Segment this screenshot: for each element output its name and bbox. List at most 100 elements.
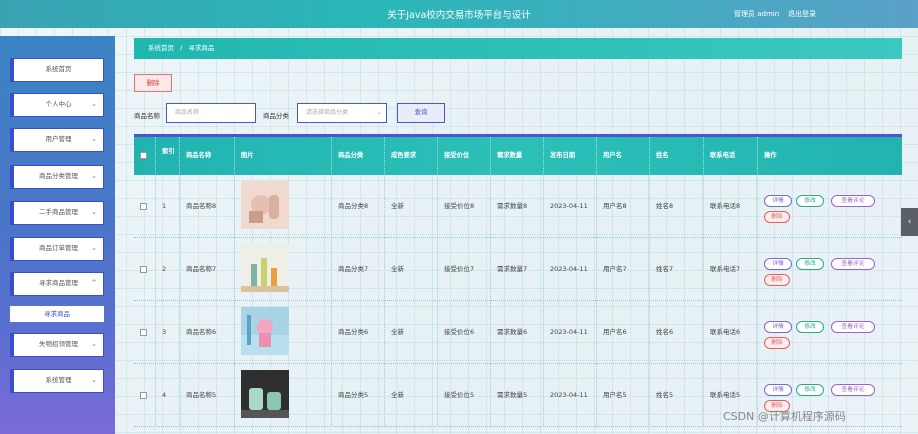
header-username: 用户名	[597, 137, 650, 175]
cell-category: 商品分类5	[332, 364, 385, 427]
edit-button[interactable]: 修改	[796, 384, 824, 396]
cell-username: 用户名7	[597, 238, 650, 301]
sidebar-item-secondhand[interactable]: 二手商品管理 ⌄	[10, 201, 104, 225]
collapse-panel-button[interactable]: ‹	[901, 208, 918, 236]
delete-row-button[interactable]: 删除	[764, 274, 790, 286]
sidebar-item-label: 商品订单管理	[39, 244, 78, 252]
cell-date: 2023-04-11	[544, 238, 597, 301]
delete-row-button[interactable]: 删除	[764, 337, 790, 349]
row-checkbox-cell	[134, 175, 156, 238]
breadcrumb-home[interactable]: 系统首页	[148, 44, 174, 52]
table-row: 1 商品名称8 商品分类8 全新 接受价位8 需求数量8 2023-04-11 用户名8 姓名8…	[134, 175, 902, 238]
cell-realname: 姓名7	[650, 238, 704, 301]
breadcrumb-separator: /	[180, 44, 183, 52]
view-comments-button[interactable]: 查看评论	[831, 195, 875, 207]
row-checkbox[interactable]	[140, 391, 147, 399]
category-filter-label: 商品分类	[263, 112, 289, 120]
sidebar-item-label: 商品分类管理	[39, 172, 78, 180]
name-search-input[interactable]: 商品名称	[166, 103, 256, 123]
cell-realname: 姓名8	[650, 175, 704, 238]
header-price: 接受价位	[438, 137, 491, 175]
row-checkbox-cell	[134, 301, 156, 364]
sidebar-item-wanted[interactable]: 寻求商品管理 ^	[10, 272, 104, 296]
header-actions: 操作	[764, 152, 777, 159]
header-index: 索引	[156, 137, 180, 175]
category-select[interactable]: 请选择商品分类 ⌄	[297, 103, 387, 123]
sidebar: 系统首页 个人中心 ⌄ 用户管理 ⌄ 商品分类管理 ⌄ 二手商品管理 ⌄ 商品订单管理 ⌄…	[0, 36, 115, 434]
app-title: 关于Java校内交易市场平台与设计	[387, 10, 531, 21]
breadcrumb-current: 寻求商品	[188, 44, 215, 52]
cell-condition: 全新	[385, 301, 438, 364]
sidebar-item-lost-found[interactable]: 失物招领管理 ⌄	[10, 333, 104, 357]
cell-price: 接受价位7	[438, 238, 491, 301]
figurine-photo[interactable]	[241, 307, 289, 355]
select-all-checkbox[interactable]	[140, 151, 147, 159]
cell-name: 商品名称6	[180, 301, 235, 364]
cell-quantity: 需求数量8	[491, 175, 544, 238]
sidebar-item-system[interactable]: 系统管理 ⌄	[10, 369, 104, 393]
chevron-down-icon: ⌄	[91, 100, 97, 108]
edit-button[interactable]: 修改	[796, 321, 824, 333]
cell-username: 用户名6	[597, 301, 650, 364]
category-select-placeholder: 请选择商品分类	[306, 109, 349, 116]
cell-phone: 联系电话8	[704, 175, 758, 238]
cell-quantity: 需求数量7	[491, 238, 544, 301]
cell-realname: 姓名5	[650, 364, 704, 427]
detail-button[interactable]: 详情	[764, 321, 792, 333]
edit-button[interactable]: 修改	[796, 258, 824, 270]
search-button[interactable]: 查询	[397, 103, 445, 123]
cell-date: 2023-04-11	[544, 175, 597, 238]
view-comments-button[interactable]: 查看评论	[831, 321, 875, 333]
header-phone: 联系电话	[704, 137, 758, 175]
header-category: 商品分类	[332, 137, 385, 175]
row-checkbox[interactable]	[140, 202, 147, 210]
ceramic-vases-photo[interactable]	[241, 181, 289, 229]
cell-price: 接受价位8	[438, 175, 491, 238]
batch-delete-button[interactable]: 删除	[134, 74, 172, 92]
cell-username: 用户名8	[597, 175, 650, 238]
sidebar-item-categories[interactable]: 商品分类管理 ⌄	[10, 165, 104, 189]
cell-name: 商品名称8	[180, 175, 235, 238]
cell-phone: 联系电话7	[704, 238, 758, 301]
sidebar-item-orders[interactable]: 商品订单管理 ⌄	[10, 237, 104, 261]
cell-name: 商品名称5	[180, 364, 235, 427]
view-comments-button[interactable]: 查看评论	[831, 384, 875, 396]
sidebar-item-users[interactable]: 用户管理 ⌄	[10, 128, 104, 152]
edit-button[interactable]: 修改	[796, 195, 824, 207]
detail-button[interactable]: 详情	[764, 384, 792, 396]
logout-link[interactable]: 退出登录	[788, 9, 816, 19]
row-checkbox-cell	[134, 238, 156, 301]
row-checkbox[interactable]	[140, 328, 147, 336]
chevron-down-icon: ⌄	[91, 340, 97, 348]
sidebar-item-label: 个人中心	[45, 100, 72, 108]
cell-date: 2023-04-11	[544, 301, 597, 364]
cell-category: 商品分类6	[332, 301, 385, 364]
sidebar-item-label: 寻求商品管理	[39, 279, 78, 287]
header-image: 图片	[235, 137, 332, 175]
submenu-wanted-goods[interactable]: 寻求商品	[10, 306, 104, 322]
select-all-cell	[134, 137, 156, 175]
cell-index: 2	[156, 238, 180, 301]
tea-jars-photo[interactable]	[241, 370, 289, 418]
row-checkbox-cell	[134, 364, 156, 427]
sidebar-item-label: 系统管理	[45, 376, 72, 384]
header-condition: 成色要求	[385, 137, 438, 175]
cell-price: 接受价位6	[438, 301, 491, 364]
header-realname: 姓名	[650, 137, 704, 175]
sidebar-item-profile[interactable]: 个人中心 ⌄	[10, 93, 104, 117]
row-checkbox[interactable]	[140, 265, 147, 273]
chevron-down-icon: ⌄	[91, 172, 97, 180]
cell-condition: 全新	[385, 238, 438, 301]
bottles-photo[interactable]	[241, 244, 289, 292]
cell-condition: 全新	[385, 175, 438, 238]
sidebar-item-home[interactable]: 系统首页	[10, 58, 104, 82]
cell-date: 2023-04-11	[544, 364, 597, 427]
detail-button[interactable]: 详情	[764, 195, 792, 207]
delete-row-button[interactable]: 删除	[764, 211, 790, 223]
chevron-up-icon: ^	[91, 279, 97, 287]
name-filter-label: 商品名称	[134, 112, 160, 120]
detail-button[interactable]: 详情	[764, 258, 792, 270]
chevron-down-icon: ⌄	[91, 135, 97, 143]
cell-condition: 全新	[385, 364, 438, 427]
view-comments-button[interactable]: 查看评论	[831, 258, 875, 270]
